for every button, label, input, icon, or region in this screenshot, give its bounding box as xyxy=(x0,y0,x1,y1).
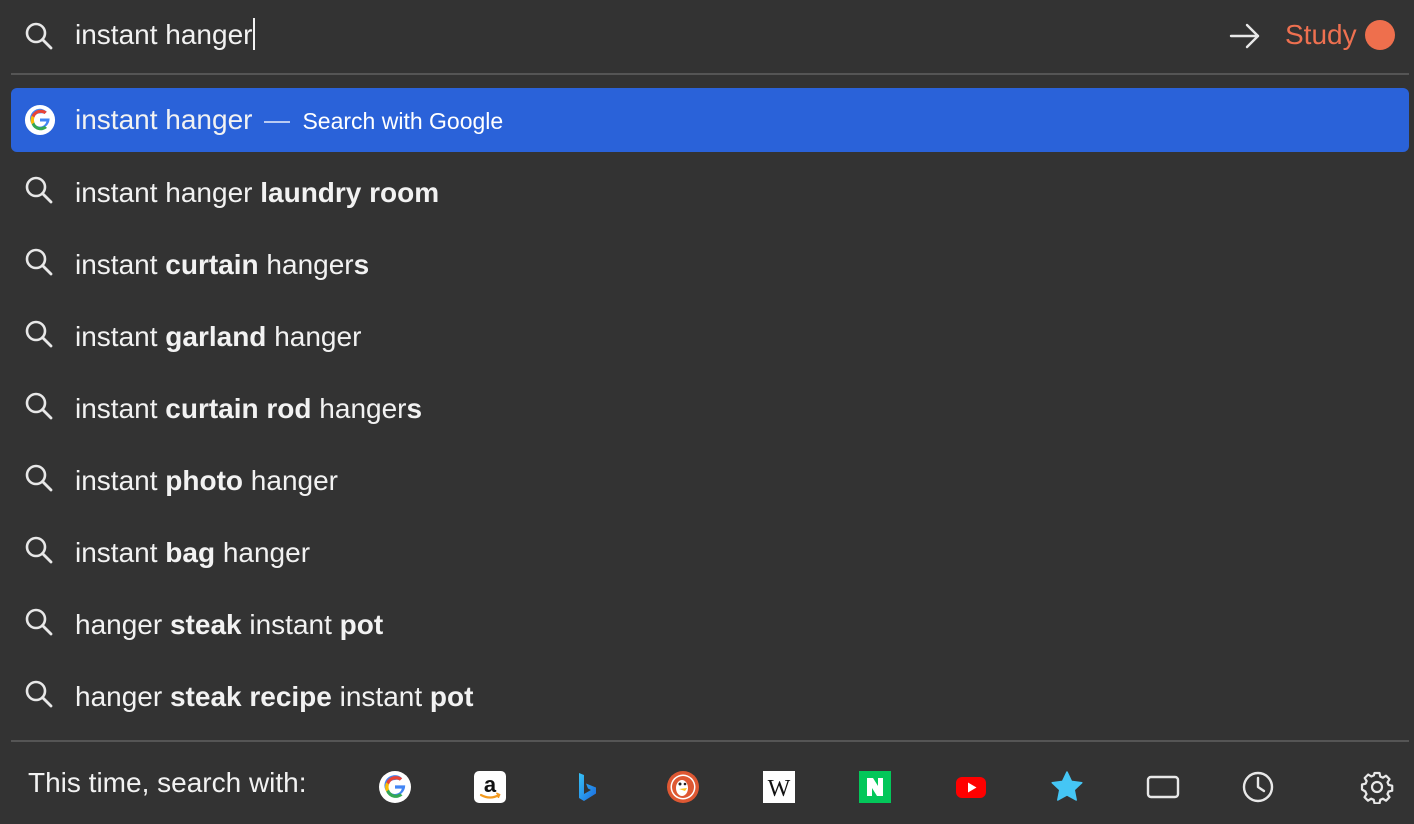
tabs-icon[interactable] xyxy=(1146,770,1180,804)
suggestion-row[interactable]: hanger steak instant pot xyxy=(11,589,1409,661)
suggestion-query-part: hanger xyxy=(243,465,338,496)
suggestion-completion: pot xyxy=(429,681,474,712)
history-clock-icon[interactable] xyxy=(1241,770,1275,804)
svg-text:a: a xyxy=(484,772,497,797)
search-icon xyxy=(24,535,54,570)
suggestion-completion: laundry room xyxy=(260,177,440,208)
bing-icon[interactable] xyxy=(570,770,604,804)
suggestion-query-part: hanger xyxy=(215,537,311,568)
suggestion-query-part: hanger xyxy=(266,321,362,352)
svg-text:W: W xyxy=(768,776,791,802)
bookmarks-star-icon[interactable] xyxy=(1050,770,1084,804)
youtube-icon[interactable] xyxy=(954,770,988,804)
suggestion-completion: curtain rod xyxy=(165,393,312,424)
study-status-dot xyxy=(1364,20,1395,50)
search-input[interactable]: instant hanger xyxy=(75,15,1175,55)
search-engine-hint: Search with Google xyxy=(302,108,504,134)
search-icon xyxy=(24,175,54,210)
suggestion-query-part: instant xyxy=(75,393,166,424)
search-icon xyxy=(24,391,54,426)
suggestion-text: hanger steak instant pot xyxy=(75,589,383,661)
text-caret xyxy=(253,18,256,50)
suggestion-row[interactable]: instant garland hanger xyxy=(11,301,1409,373)
suggestion-text: instant curtain hangers xyxy=(75,229,369,301)
engine-bar: This time, search with: a W xyxy=(0,742,1414,824)
search-icon xyxy=(24,463,54,498)
suggestion-text: instant curtain rod hangers xyxy=(75,373,422,445)
suggestion-completion: s xyxy=(406,393,423,424)
suggestion-text: instant hanger Search with Google xyxy=(75,88,503,152)
suggestion-query-part: instant xyxy=(75,321,166,352)
google-icon[interactable] xyxy=(378,770,412,804)
suggestion-row[interactable]: hanger steak recipe instant pot xyxy=(11,661,1409,733)
suggestion-query-part: instant xyxy=(75,465,166,496)
suggestion-query-part: instant hanger xyxy=(75,104,253,135)
amazon-icon[interactable]: a xyxy=(473,770,507,804)
suggestion-query-part: hanger xyxy=(258,249,354,280)
suggestion-list: instant hanger Search with Google instant … xyxy=(11,88,1409,733)
suggestion-completion: garland xyxy=(165,321,267,352)
suggestion-text: hanger steak recipe instant pot xyxy=(75,661,473,733)
suggestion-row[interactable]: instant curtain rod hangers xyxy=(11,373,1409,445)
suggestion-row[interactable]: instant hanger laundry room xyxy=(11,157,1409,229)
suggestion-completion: bag xyxy=(165,537,216,568)
top-divider xyxy=(11,73,1409,75)
duckduckgo-icon[interactable] xyxy=(666,770,700,804)
em-dash-separator xyxy=(264,120,291,123)
google-search-row[interactable]: instant hanger Search with Google xyxy=(11,88,1409,152)
wikipedia-icon[interactable]: W xyxy=(762,770,796,804)
study-label: Study xyxy=(1285,19,1357,50)
suggestion-completion: steak xyxy=(169,609,242,640)
naver-icon[interactable] xyxy=(858,770,892,804)
search-bar: instant hanger Study xyxy=(0,0,1414,74)
search-icon xyxy=(24,21,54,56)
suggestion-row[interactable]: instant photo hanger xyxy=(11,445,1409,517)
study-button[interactable]: Study xyxy=(1285,15,1395,55)
suggestion-query-part: instant hanger xyxy=(75,177,261,208)
suggestion-completion: photo xyxy=(165,465,244,496)
search-query: instant hanger xyxy=(75,19,253,50)
suggestion-row[interactable]: instant bag hanger xyxy=(11,517,1409,589)
search-icon xyxy=(24,607,54,642)
suggestion-completion: curtain xyxy=(165,249,259,280)
suggestion-query-part: instant xyxy=(241,609,340,640)
suggestion-completion: steak recipe xyxy=(169,681,332,712)
google-icon xyxy=(24,104,56,141)
suggestion-query-part: instant xyxy=(75,537,166,568)
search-icon xyxy=(24,319,54,354)
suggestion-text: instant photo hanger xyxy=(75,445,338,517)
suggestion-query-part: hanger xyxy=(75,609,170,640)
suggestion-text: instant garland hanger xyxy=(75,301,361,373)
suggestion-completion: pot xyxy=(339,609,384,640)
suggestion-query-part: instant xyxy=(331,681,430,712)
suggestion-completion: s xyxy=(353,249,370,280)
settings-gear-icon[interactable] xyxy=(1360,770,1394,804)
suggestion-query-part: hanger xyxy=(75,681,170,712)
search-icon xyxy=(24,679,54,714)
suggestion-query-part: hanger xyxy=(311,393,407,424)
suggestion-text: instant bag hanger xyxy=(75,517,310,589)
suggestion-query-part: instant xyxy=(75,249,166,280)
suggestion-row[interactable]: instant curtain hangers xyxy=(11,229,1409,301)
suggestion-text: instant hanger laundry room xyxy=(75,157,439,229)
engine-bar-label: This time, search with: xyxy=(28,767,307,798)
go-arrow-icon[interactable] xyxy=(1228,22,1262,50)
search-icon xyxy=(24,247,54,282)
